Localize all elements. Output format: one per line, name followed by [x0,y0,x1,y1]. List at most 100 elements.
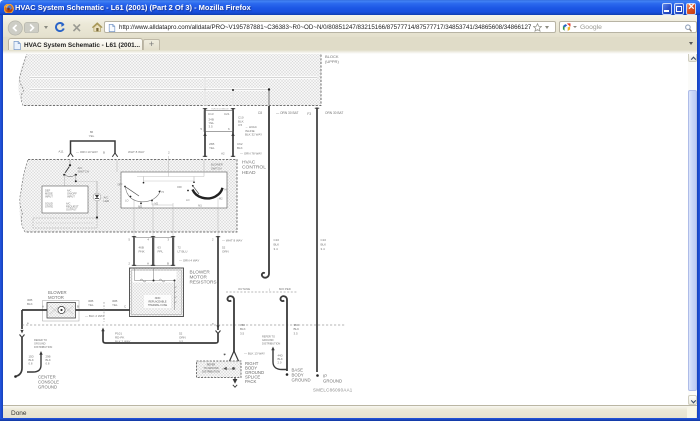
svg-text:HI: HI [225,189,228,192]
svg-text:GROUND: GROUND [262,338,274,342]
svg-text:LT BLU: LT BLU [178,250,188,254]
svg-text:M1: M1 [138,206,142,209]
svg-text:3.5: 3.5 [209,125,214,129]
svg-text:GROUND: GROUND [323,379,342,384]
svg-text:ORN: ORN [222,250,229,254]
svg-text:2: 2 [212,238,214,242]
svg-text:✱: ✱ [223,353,226,357]
svg-text:— ORN 30 BAT: — ORN 30 BAT [276,111,298,115]
svg-text:THERMAL FUSE: THERMAL FUSE [148,304,168,307]
svg-text:BLK: BLK [274,242,280,246]
svg-text:0.5: 0.5 [179,340,184,344]
svg-text:BLK: BLK [27,302,33,306]
svg-text:3.4: 3.4 [321,247,326,251]
svg-text:LO: LO [125,200,128,203]
svg-text:C10: C10 [321,238,327,242]
svg-text:2: 2 [168,151,170,155]
svg-text:HVAC: HVAC [242,160,256,166]
svg-text:GROUND: GROUND [38,385,57,390]
svg-text:B: B [77,305,79,309]
svg-text:SMELC86090AA1: SMELC86090AA1 [313,388,353,393]
svg-text:REFER TO: REFER TO [34,338,47,342]
svg-text:3.5: 3.5 [238,123,243,127]
svg-text:INPUT: INPUT [67,195,75,199]
svg-text:STATE: STATE [45,205,53,209]
svg-text:3: 3 [167,238,169,242]
svg-text:MOTOR: MOTOR [48,295,64,300]
svg-text:— BLK 2 WAY: — BLK 2 WAY [85,314,104,318]
svg-text:REFER TO: REFER TO [262,335,275,339]
svg-text:BLOWER: BLOWER [211,163,223,167]
svg-text:(UPPR): (UPPR) [325,59,339,64]
svg-text:B: B [103,151,105,155]
svg-text:F3: F3 [307,112,311,116]
svg-text:PNK: PNK [139,250,145,254]
svg-text:YEL: YEL [89,134,95,138]
svg-text:BLK 2 WAY: BLK 2 WAY [115,340,131,344]
svg-text:2.0: 2.0 [278,361,282,365]
svg-text:CONTROL: CONTROL [242,165,266,171]
svg-text:OUTPUT: OUTPUT [66,208,77,212]
svg-text:5: 5 [200,127,202,131]
svg-text:3.4: 3.4 [274,247,279,251]
svg-text:RESISTORS: RESISTORS [190,280,217,285]
svg-text:DISTRIBUTION: DISTRIBUTION [34,345,52,349]
svg-text:3.5: 3.5 [240,331,245,335]
svg-text:— ORN 10 WAY: — ORN 10 WAY [76,150,98,154]
svg-text:M2: M2 [219,198,223,201]
svg-text:A: A [42,305,44,309]
svg-text:C13: C13 [208,112,214,116]
svg-text:|: | [269,288,270,292]
svg-text:RUN IN CONSOLE: RUN IN CONSOLE [211,108,229,110]
svg-text:PACK: PACK [245,379,257,384]
svg-text:BLK 32 WAY: BLK 32 WAY [245,133,262,137]
svg-text:M2: M2 [155,203,159,206]
svg-text:4: 4 [147,238,149,242]
svg-text:M1: M1 [198,205,202,208]
svg-text:WHT 8 WAY: WHT 8 WAY [128,150,145,154]
svg-text:A: A [147,262,149,266]
svg-text:3.5: 3.5 [294,331,299,335]
svg-text:LED: LED [104,199,110,203]
svg-text:ORN 30 BAT: ORN 30 BAT [325,111,343,115]
svg-text:C8: C8 [258,111,262,115]
svg-text:SWITCH: SWITCH [211,166,222,170]
svg-text:OFF: OFF [177,186,182,189]
svg-text:YEL: YEL [209,146,215,150]
svg-text:0.8: 0.8 [29,362,33,366]
svg-text:2: 2 [128,262,130,266]
svg-text:BLK: BLK [237,146,243,150]
svg-text:C: C [124,305,127,309]
svg-text:BLK: BLK [321,242,327,246]
svg-text:GROUND: GROUND [34,341,46,345]
svg-text:C21: C21 [224,112,230,116]
svg-text:YEL: YEL [112,303,118,307]
svg-text:— BLK 13 WAY: — BLK 13 WAY [244,352,265,356]
svg-text:REPLACEABLE: REPLACEABLE [148,301,166,304]
svg-text:NON: NON [155,297,161,300]
svg-text:LO: LO [186,199,189,202]
svg-text:a: a [27,321,29,325]
svg-text:— WHT 8 WAY: — WHT 8 WAY [222,239,242,243]
svg-text:OUTLINE: OUTLINE [238,287,250,291]
svg-text:— ORN 4 WAY: — ORN 4 WAY [179,259,199,263]
svg-text:B: B [167,262,169,266]
svg-text:SWITCH: SWITCH [78,169,89,173]
svg-text:HI: HI [162,191,165,194]
svg-text:M/O PED: M/O PED [279,287,291,291]
svg-text:GROUND: GROUND [292,378,311,383]
svg-text:5: 5 [128,238,130,242]
svg-text:YEL: YEL [88,303,94,307]
svg-text:0.8: 0.8 [46,362,50,366]
svg-text:C10: C10 [274,238,280,242]
svg-text:— ORN 78 WAY: — ORN 78 WAY [240,152,262,156]
svg-text:OFF: OFF [118,184,123,187]
svg-text:PPL: PPL [158,250,164,254]
svg-text:A2: A2 [221,152,225,156]
svg-text:a: a [212,322,214,326]
svg-text:HEAD: HEAD [242,170,256,176]
svg-text:DISTRIBUTION: DISTRIBUTION [202,371,220,374]
svg-text:DISTRIBUTION: DISTRIBUTION [262,341,280,345]
svg-text:A11: A11 [58,150,63,154]
svg-text:INPUT: INPUT [45,195,53,199]
